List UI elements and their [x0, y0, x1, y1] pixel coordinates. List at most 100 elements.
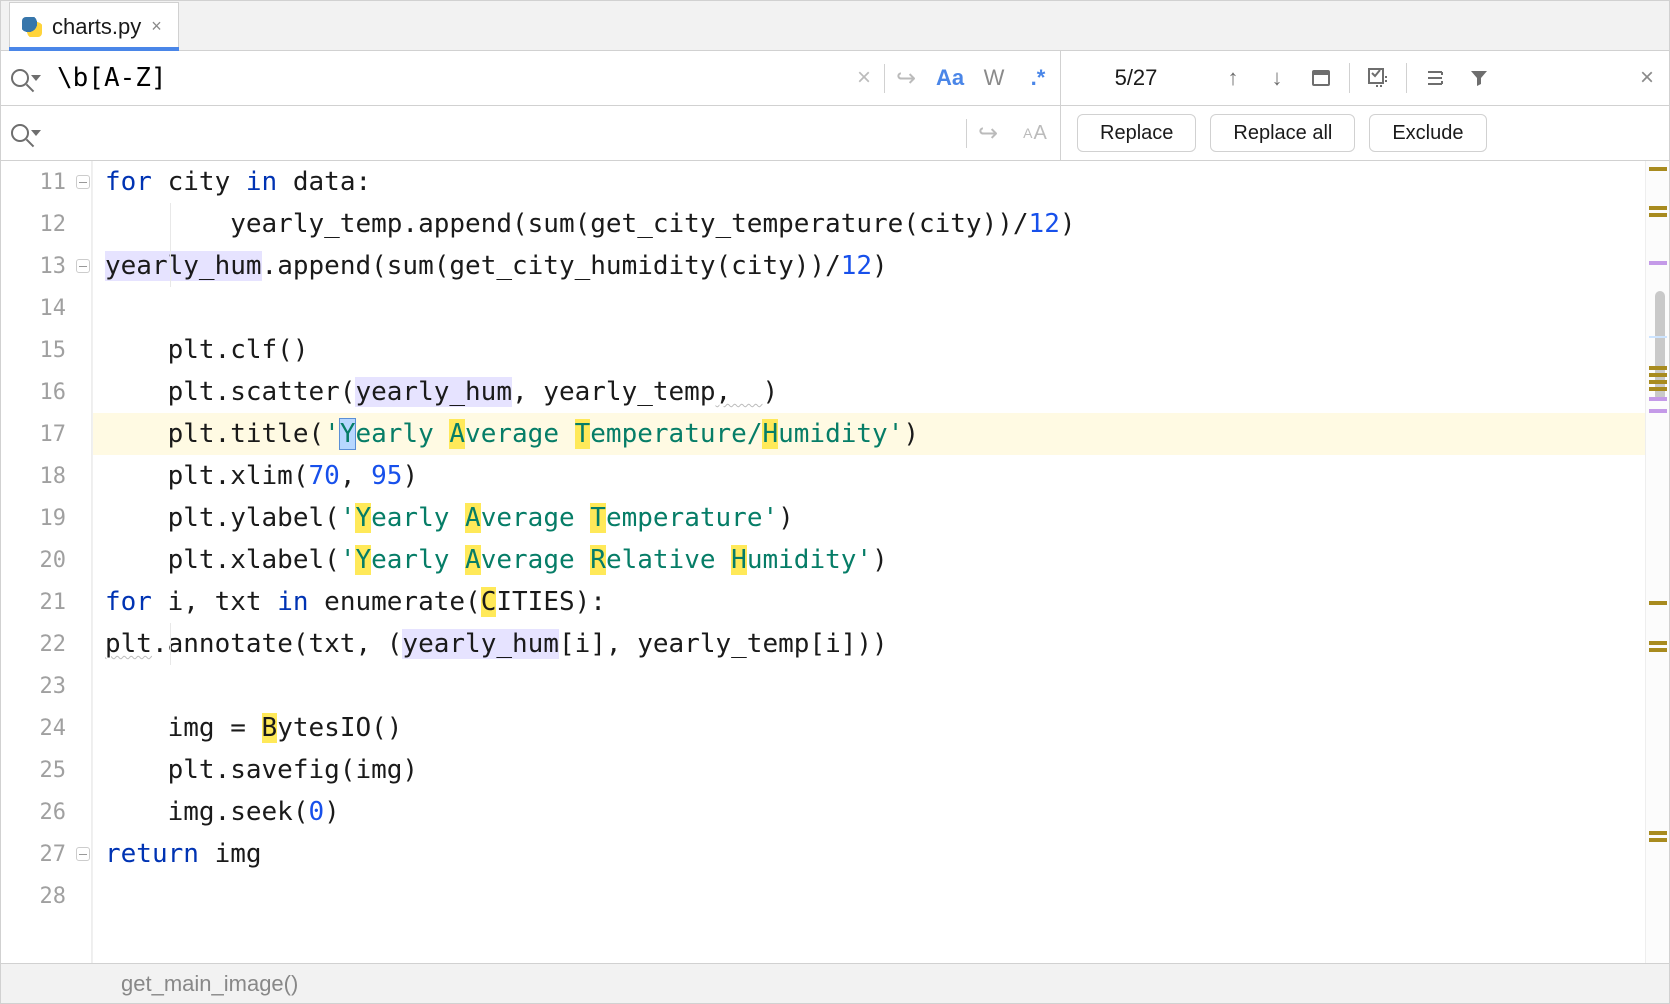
marker[interactable]: [1649, 648, 1667, 652]
marker[interactable]: [1649, 380, 1667, 384]
marker[interactable]: [1649, 336, 1667, 338]
replace-all-button[interactable]: Replace all: [1210, 114, 1355, 152]
line-number[interactable]: 20: [1, 539, 92, 581]
search-history-button[interactable]: [1, 69, 51, 87]
marker[interactable]: [1649, 397, 1667, 401]
marker[interactable]: [1649, 831, 1667, 835]
line-number[interactable]: 22: [1, 623, 92, 665]
close-find-button[interactable]: ×: [1625, 64, 1669, 92]
code-line[interactable]: yearly_hum.append(sum(get_city_humidity(…: [93, 245, 1645, 287]
funnel-icon: [1470, 69, 1488, 87]
find-input[interactable]: [51, 63, 844, 93]
line-number[interactable]: 12: [1, 203, 92, 245]
code-line[interactable]: [93, 875, 1645, 917]
code-line[interactable]: plt.xlim(70, 95): [93, 455, 1645, 497]
prev-match-button[interactable]: ↑: [1211, 51, 1255, 105]
code-line[interactable]: [93, 665, 1645, 707]
next-match-button[interactable]: ↓: [1255, 51, 1299, 105]
newline-button[interactable]: [966, 119, 1010, 148]
code-line[interactable]: yearly_temp.append(sum(get_city_temperat…: [93, 203, 1645, 245]
replace-bar: AA Replace Replace all Exclude: [1, 106, 1669, 161]
line-number[interactable]: 13: [1, 245, 92, 287]
code-area[interactable]: for city in data: yearly_temp.append(sum…: [93, 161, 1645, 963]
open-in-window-button[interactable]: [1299, 51, 1343, 105]
code-line[interactable]: plt.scatter(yearly_hum, yearly_temp, ): [93, 371, 1645, 413]
select-all-occurrences-button[interactable]: [1356, 51, 1400, 105]
match-count: 5/27: [1061, 65, 1211, 91]
line-number[interactable]: 19: [1, 497, 92, 539]
status-bar: get_main_image(): [1, 963, 1669, 1003]
marker[interactable]: [1649, 409, 1667, 413]
marker-strip[interactable]: [1645, 161, 1669, 963]
marker[interactable]: [1649, 206, 1667, 210]
find-bar: × Aa W .* 5/27 ↑ ↓: [1, 51, 1669, 106]
marker[interactable]: [1649, 601, 1667, 605]
code-line[interactable]: plt.title('Yearly Average Temperature/Hu…: [93, 413, 1645, 455]
preserve-case-icon: A: [1023, 125, 1032, 141]
code-line[interactable]: img.seek(0): [93, 791, 1645, 833]
line-number[interactable]: 27: [1, 833, 92, 875]
line-number[interactable]: 17: [1, 413, 92, 455]
marker[interactable]: [1649, 641, 1667, 645]
code-line[interactable]: for i, txt in enumerate(CITIES):: [93, 581, 1645, 623]
breadcrumb[interactable]: get_main_image(): [121, 971, 298, 997]
fold-handle[interactable]: [76, 175, 90, 189]
code-line[interactable]: for city in data:: [93, 161, 1645, 203]
marker[interactable]: [1649, 366, 1667, 370]
line-number[interactable]: 23: [1, 665, 92, 707]
marker[interactable]: [1649, 261, 1667, 265]
line-number[interactable]: 29: [1, 917, 92, 943]
line-number[interactable]: 28: [1, 875, 92, 917]
clear-search-button[interactable]: ×: [844, 64, 884, 92]
chevron-down-icon: [31, 75, 41, 81]
python-file-icon: [22, 17, 42, 37]
exclude-button[interactable]: Exclude: [1369, 114, 1486, 152]
line-number[interactable]: 16: [1, 371, 92, 413]
replace-input[interactable]: [51, 118, 966, 148]
code-line[interactable]: [93, 287, 1645, 329]
marker[interactable]: [1649, 838, 1667, 842]
filter-button[interactable]: [1457, 51, 1501, 105]
code-line[interactable]: plt.clf(): [93, 329, 1645, 371]
find-options: Aa W .*: [928, 65, 1060, 91]
code-line[interactable]: img = BytesIO(): [93, 707, 1645, 749]
code-line[interactable]: return img: [93, 833, 1645, 875]
scrollbar-thumb[interactable]: [1655, 291, 1665, 401]
chevron-down-icon: [31, 130, 41, 136]
match-case-toggle[interactable]: Aa: [928, 65, 972, 91]
tab-bar: charts.py ×: [1, 1, 1669, 51]
whole-words-toggle[interactable]: W: [972, 65, 1016, 91]
line-number[interactable]: 25: [1, 749, 92, 791]
newline-button[interactable]: [884, 64, 928, 93]
separator: [1349, 63, 1350, 93]
code-line[interactable]: plt.savefig(img): [93, 749, 1645, 791]
lines-icon: [1425, 68, 1445, 88]
line-number[interactable]: 11: [1, 161, 92, 203]
regex-toggle[interactable]: .*: [1016, 65, 1060, 91]
code-line[interactable]: plt.annotate(txt, (yearly_hum[i], yearly…: [93, 623, 1645, 665]
line-number[interactable]: 24: [1, 707, 92, 749]
line-number[interactable]: 21: [1, 581, 92, 623]
code-line[interactable]: [93, 917, 1645, 943]
marker[interactable]: [1649, 167, 1667, 171]
replace-button[interactable]: Replace: [1077, 114, 1196, 152]
file-tab[interactable]: charts.py ×: [9, 2, 179, 50]
marker[interactable]: [1649, 387, 1667, 391]
code-line[interactable]: plt.ylabel('Yearly Average Temperature'): [93, 497, 1645, 539]
marker[interactable]: [1649, 373, 1667, 377]
code-line[interactable]: plt.xlabel('Yearly Average Relative Humi…: [93, 539, 1645, 581]
fold-handle[interactable]: [76, 847, 90, 861]
line-number[interactable]: 14: [1, 287, 92, 329]
replace-history-button[interactable]: [1, 124, 51, 142]
editor-window: charts.py × × Aa W .* 5/27 ↑ ↓: [0, 0, 1670, 1004]
line-number[interactable]: 18: [1, 455, 92, 497]
close-tab-icon[interactable]: ×: [151, 16, 162, 37]
separator: [1406, 63, 1407, 93]
newline-icon: [896, 64, 916, 93]
preserve-case-toggle[interactable]: AA: [1010, 122, 1060, 145]
show-filter-button[interactable]: [1413, 51, 1457, 105]
marker[interactable]: [1649, 213, 1667, 217]
fold-handle[interactable]: [76, 259, 90, 273]
line-number[interactable]: 15: [1, 329, 92, 371]
line-number[interactable]: 26: [1, 791, 92, 833]
